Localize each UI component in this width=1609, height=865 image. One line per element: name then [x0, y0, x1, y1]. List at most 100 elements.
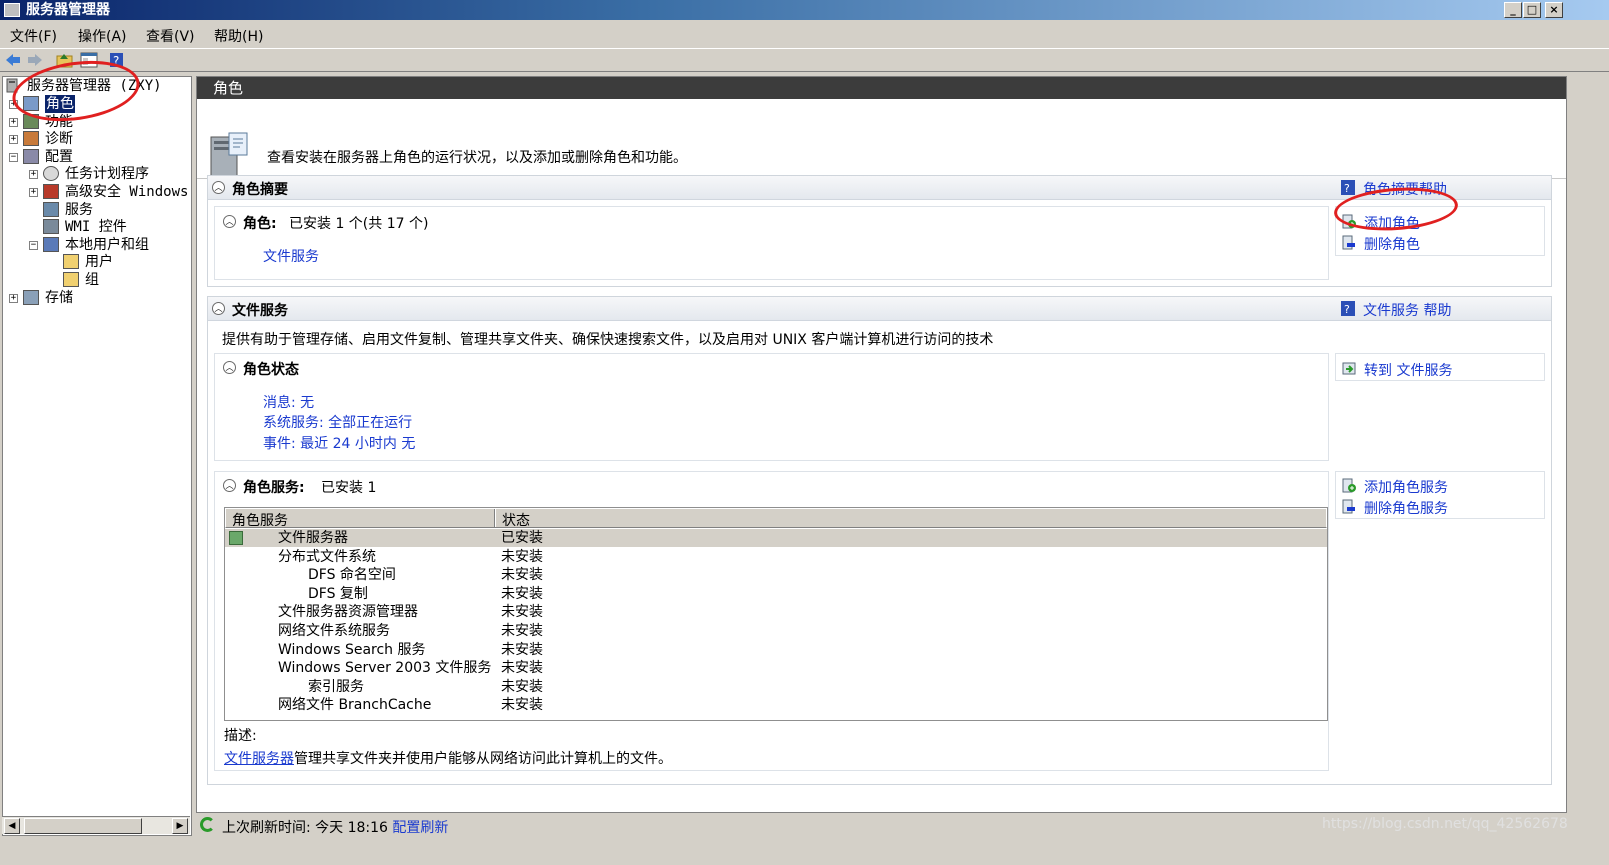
menu-file[interactable]: 文件(F) [10, 26, 57, 46]
remove-role-icon [1342, 235, 1355, 250]
table-row[interactable]: Windows Search 服务 未安装 [225, 641, 1327, 659]
last-refresh-text: 上次刷新时间: 今天 18:16 [222, 820, 388, 836]
column-header-status[interactable]: 状态 [502, 510, 530, 530]
tree-item-11[interactable]: + 存储 [3, 289, 189, 307]
collapse-icon[interactable]: ︿ [212, 302, 225, 315]
server-roles-icon [210, 132, 248, 178]
menu-help[interactable]: 帮助(H) [214, 26, 263, 46]
collapse-icon[interactable]: − [9, 152, 18, 162]
collapse-icon[interactable]: ︿ [223, 479, 236, 492]
expand-icon[interactable]: + [9, 117, 18, 127]
tree-item-5[interactable]: + 高级安全 Windows [3, 183, 189, 201]
configure-refresh-link[interactable]: 配置刷新 [392, 820, 448, 836]
toolbar: ? [0, 48, 1609, 72]
firewall-icon [43, 184, 59, 199]
main-vertical-scrollbar[interactable] [1568, 76, 1572, 836]
table-row[interactable]: 文件服务器 已安装 [225, 529, 1327, 547]
tree-item-label: 任务计划程序 [65, 166, 149, 183]
add-role-service-icon [1342, 478, 1356, 493]
installed-role-link[interactable]: 文件服务 [263, 246, 319, 266]
role-services-table: 角色服务 状态 文件服务器 已安装 分布式文件系统 未安装 DFS 命名空间 未安装 DFS… [224, 507, 1328, 721]
tree-item-label: 存储 [45, 289, 73, 306]
role-service-name: 网络文件系统服务 [278, 623, 390, 639]
table-row[interactable]: DFS 复制 未安装 [225, 585, 1327, 603]
tree-item-10[interactable]: 组 [3, 271, 189, 289]
navigation-tree: 服务器管理器 (ZXY) + 角色 + 功能 + 诊断 − 配置 + 任务计划程序 + 高级安全 Wi… [2, 76, 192, 836]
scroll-thumb[interactable] [24, 818, 142, 834]
status-messages[interactable]: 消息: 无 [263, 392, 314, 412]
menu-view[interactable]: 查看(V) [146, 26, 195, 46]
tree-item-7[interactable]: WMI 控件 [3, 218, 189, 236]
table-header: 角色服务 状态 [225, 508, 1327, 530]
tree-item-label: 诊断 [45, 131, 73, 148]
status-system-services[interactable]: 系统服务: 全部正在运行 [263, 412, 412, 432]
tree-item-8[interactable]: − 本地用户和组 [3, 236, 189, 254]
file-services-description: 提供有助于管理存储、启用文件复制、管理共享文件夹、确保快速搜索文件，以及启用对 … [222, 332, 994, 348]
roles-summary-header: ︿ 角色摘要 ? 角色摘要帮助 [208, 176, 1551, 200]
help-icon: ? [1341, 301, 1355, 316]
collapse-icon[interactable]: ︿ [212, 181, 225, 194]
role-service-status: 未安装 [501, 604, 543, 621]
tree-item-label: 配置 [45, 148, 73, 165]
collapse-icon[interactable]: ︿ [223, 215, 236, 228]
tree-item-label: 高级安全 Windows [65, 184, 189, 200]
role-service-name: 文件服务器 [278, 530, 348, 546]
role-service-status: 未安装 [501, 660, 543, 677]
role-service-status: 未安装 [501, 697, 543, 714]
tree-item-9[interactable]: 用户 [3, 253, 189, 271]
role-service-status: 未安装 [501, 567, 543, 584]
tree-item-3[interactable]: − 配置 [3, 148, 189, 166]
tree-item-label: 组 [85, 272, 99, 288]
table-row[interactable]: 索引服务 未安装 [225, 678, 1327, 696]
table-row[interactable]: Windows Server 2003 文件服务 未安装 [225, 659, 1327, 677]
role-service-name: DFS 命名空间 [308, 567, 396, 584]
tree-item-label: WMI 控件 [65, 219, 127, 236]
scroll-left-arrow[interactable]: ◀ [4, 818, 20, 834]
table-row[interactable]: DFS 命名空间 未安装 [225, 566, 1327, 584]
gear-icon [43, 201, 59, 217]
close-button[interactable]: × [1545, 2, 1563, 18]
tree-horizontal-scrollbar[interactable]: ◀ ▶ [2, 816, 190, 834]
role-service-name: 文件服务器资源管理器 [278, 604, 418, 621]
menu-action[interactable]: 操作(A) [78, 26, 127, 46]
expand-icon[interactable]: + [29, 170, 38, 180]
folder-icon [63, 272, 79, 287]
service-description: 文件服务器管理共享文件夹并使用户能够从网络访问此计算机上的文件。 [224, 751, 672, 767]
svg-text:?: ? [1344, 303, 1350, 316]
table-row[interactable]: 分布式文件系统 未安装 [225, 548, 1327, 566]
tree-item-4[interactable]: + 任务计划程序 [3, 165, 189, 183]
role-service-name: 分布式文件系统 [278, 548, 376, 565]
table-row[interactable]: 网络文件 BranchCache 未安装 [225, 696, 1327, 714]
tree-item-label: 服务 [65, 201, 93, 218]
scroll-right-arrow[interactable]: ▶ [172, 818, 188, 834]
expand-icon[interactable]: + [9, 135, 18, 145]
back-icon[interactable] [4, 52, 22, 68]
forward-icon[interactable] [26, 52, 44, 68]
users-icon [43, 236, 59, 252]
role-service-name: Windows Server 2003 文件服务 [278, 660, 492, 677]
file-server-link[interactable]: 文件服务器 [224, 751, 294, 767]
role-service-name: 网络文件 BranchCache [278, 697, 432, 714]
file-services-section: ︿ 文件服务 ? 文件服务 帮助 提供有助于管理存储、启用文件复制、管理共享文件… [207, 296, 1552, 785]
diagnostics-icon [23, 131, 39, 147]
wmi-icon [43, 219, 59, 235]
tree-item-label: 用户 [85, 254, 113, 271]
role-service-status: 未安装 [501, 623, 543, 639]
tree-item-2[interactable]: + 诊断 [3, 130, 189, 148]
role-service-status: 已安装 [501, 530, 543, 546]
table-row[interactable]: 网络文件系统服务 未安装 [225, 622, 1327, 640]
role-services-tasks-panel: 添加角色服务 删除角色服务 [1335, 471, 1545, 519]
status-events[interactable]: 事件: 最近 24 小时内 无 [263, 433, 415, 453]
collapse-icon[interactable]: ︿ [223, 361, 236, 374]
restore-button[interactable]: □ [1523, 2, 1541, 18]
expand-icon[interactable]: + [9, 293, 18, 303]
collapse-icon[interactable]: − [29, 240, 38, 250]
column-header-role-service[interactable]: 角色服务 [232, 510, 288, 530]
column-separator[interactable] [494, 509, 496, 527]
tree-item-6[interactable]: 服务 [3, 201, 189, 219]
table-row[interactable]: 文件服务器资源管理器 未安装 [225, 603, 1327, 621]
role-service-name: Windows Search 服务 [278, 641, 426, 658]
page-title: 角色 [197, 77, 1566, 99]
minimize-button[interactable]: _ [1504, 2, 1522, 18]
expand-icon[interactable]: + [29, 188, 38, 197]
